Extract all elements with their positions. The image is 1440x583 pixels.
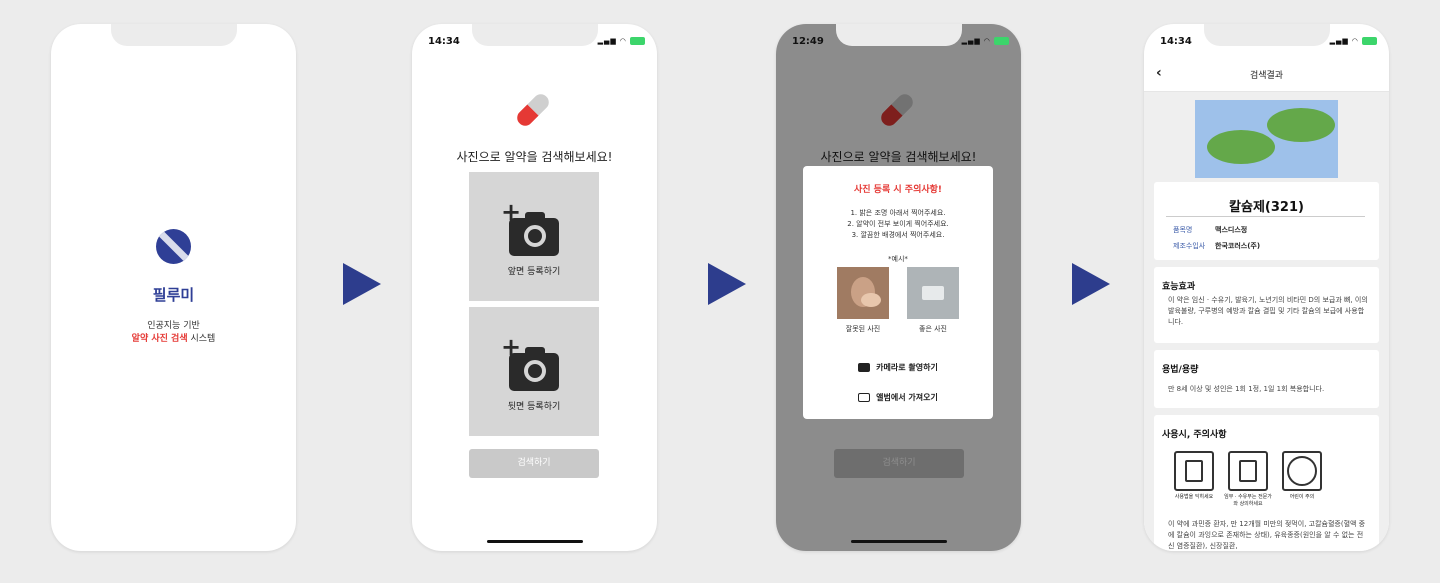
tagline-line1: 인공지능 기반 [147, 321, 200, 331]
caution-title: 사용시, 주의사항 [1162, 430, 1227, 440]
pillumi-logo-icon [156, 229, 191, 264]
app-name: 필루미 [152, 286, 195, 304]
status-bar: 14:34 ▂▄▆ ◠ [412, 36, 657, 50]
tip-item: 3. 깔끔한 배경에서 찍어주세요. [851, 231, 945, 239]
status-icons: ▂▄▆ ◠ [962, 37, 1009, 45]
caution-body: 이 약에 과민증 환자, 만 12개월 미만의 젖먹이, 고칼슘혈증(혈액 중에… [1168, 520, 1366, 550]
splash-screen: 필루미 인공지능 기반 알약 사진 검색 시스템 [51, 24, 296, 551]
tagline-highlight: 알약 사진 검색 [131, 334, 188, 344]
tip-item: 1. 밝은 조명 아래서 찍어주세요. [850, 209, 946, 217]
read-instructions-icon [1174, 451, 1214, 491]
next-arrow-icon [1072, 263, 1110, 305]
status-bar: 14:34 ▂▄▆ ◠ [1144, 36, 1389, 50]
caution-card: 사용시, 주의사항 사용법을 익히세요 임부 · 수유부는 전문가와 상의하세요… [1154, 415, 1379, 551]
good-example-photo [907, 267, 959, 319]
front-register-label: 앞면 등록하기 [507, 267, 561, 277]
status-icons: ▂▄▆ ◠ [1330, 37, 1377, 45]
status-time: 12:49 [792, 36, 824, 47]
battery-icon [1362, 37, 1377, 45]
app-tagline: 인공지능 기반 알약 사진 검색 시스템 [51, 320, 296, 346]
battery-icon [630, 37, 645, 45]
effect-title: 효능효과 [1162, 282, 1196, 292]
field-value: 한국코러스(주) [1215, 242, 1261, 250]
field-row: 제조수입사 한국코러스(주) [1173, 241, 1260, 251]
status-bar: 12:49 ▂▄▆ ◠ [776, 36, 1021, 50]
effect-card: 효능효과 이 약은 임신 · 수유기, 발육기, 노년기의 비타민 D의 보급과… [1154, 267, 1379, 343]
nav-title: 검색결과 [1249, 71, 1284, 81]
field-row: 품목명 맥스디스정 [1173, 225, 1247, 235]
effect-body: 이 약은 임신 · 수유기, 발육기, 노년기의 비타민 D의 보급과 뼈, 이… [1168, 296, 1368, 326]
dosage-card: 용법/용량 만 8세 이상 및 성인은 1회 1정, 1일 1회 복용합니다. [1154, 350, 1379, 408]
next-arrow-icon [708, 263, 746, 305]
home-indicator [850, 540, 947, 543]
good-example-caption: 좋은 사진 [919, 325, 947, 333]
tagline-suffix: 시스템 [187, 334, 216, 344]
album-action-label: 앨범에서 가져오기 [876, 393, 938, 402]
modal-title: 사진 등록 시 주의사항! [853, 185, 943, 195]
photo-guide-screen: 12:49 ▂▄▆ ◠ 사진으로 알약을 검색해보세요! 검색하기 사진 등록 … [776, 24, 1021, 551]
bad-example-caption: 잘못된 사진 [845, 325, 881, 333]
search-button[interactable]: 검색하기 [469, 449, 599, 478]
pill-photo [1195, 100, 1338, 178]
album-import-button[interactable]: 앨범에서 가져오기 [803, 392, 993, 403]
photo-guide-modal: 사진 등록 시 주의사항! 1. 밝은 조명 아래서 찍어주세요. 2. 알약이… [803, 166, 993, 419]
camera-action-label: 카메라로 촬영하기 [876, 363, 938, 372]
tagline-line2: 알약 사진 검색 시스템 [51, 333, 296, 346]
bad-example-photo [837, 267, 889, 319]
caution-caption: 어린이 주의 [1289, 494, 1315, 500]
nav-bar: ‹ 검색결과 [1144, 54, 1389, 92]
caution-caption: 사용법을 익히세요 [1174, 494, 1214, 500]
home-indicator [486, 540, 583, 543]
camera-icon [858, 363, 871, 372]
status-icons: ▂▄▆ ◠ [598, 37, 645, 45]
result-screen: 14:34 ▂▄▆ ◠ ‹ 검색결과 칼슘제(321) 품목명 맥스디스정 제조수… [1144, 24, 1389, 551]
register-screen: 14:34 ▂▄▆ ◠ 사진으로 알약을 검색해보세요! + 앞면 등록하기 +… [412, 24, 657, 551]
no-children-icon [1282, 451, 1322, 491]
battery-icon [994, 37, 1009, 45]
status-time: 14:34 [428, 36, 460, 47]
front-register-button[interactable]: + 앞면 등록하기 [469, 172, 599, 301]
pill-info-card: 칼슘제(321) 품목명 맥스디스정 제조수입사 한국코러스(주) [1154, 182, 1379, 260]
field-key: 제조수입사 [1173, 242, 1206, 250]
status-time: 14:34 [1160, 36, 1192, 47]
back-register-button[interactable]: + 뒷면 등록하기 [469, 307, 599, 436]
phone-notch [110, 24, 237, 46]
example-label: *예시* [888, 255, 908, 263]
divider [1166, 216, 1365, 217]
tip-item: 2. 알약이 전부 보이게 찍어주세요. [847, 220, 949, 228]
dosage-title: 용법/용량 [1162, 365, 1199, 375]
field-key: 품목명 [1173, 226, 1193, 234]
add-camera-icon: + [501, 335, 563, 392]
caution-caption: 임부 · 수유부는 전문가와 상의하세요 [1224, 494, 1272, 507]
album-icon [858, 393, 871, 402]
result-content[interactable]: 칼슘제(321) 품목명 맥스디스정 제조수입사 한국코러스(주) 효능효과 이 약… [1144, 92, 1389, 551]
field-value: 맥스디스정 [1215, 226, 1248, 234]
pregnant-consult-icon [1228, 451, 1268, 491]
pill-logo-icon [513, 90, 553, 130]
modal-tips: 1. 밝은 조명 아래서 찍어주세요. 2. 알약이 전부 보이게 찍어주세요.… [803, 208, 993, 241]
back-register-label: 뒷면 등록하기 [507, 402, 561, 412]
next-arrow-icon [343, 263, 381, 305]
page-title: 사진으로 알약을 검색해보세요! [456, 150, 613, 164]
add-camera-icon: + [501, 200, 563, 257]
pill-name: 칼슘제(321) [1229, 200, 1304, 215]
camera-capture-button[interactable]: 카메라로 촬영하기 [803, 362, 993, 373]
dosage-body: 만 8세 이상 및 성인은 1회 1정, 1일 1회 복용합니다. [1168, 385, 1325, 393]
